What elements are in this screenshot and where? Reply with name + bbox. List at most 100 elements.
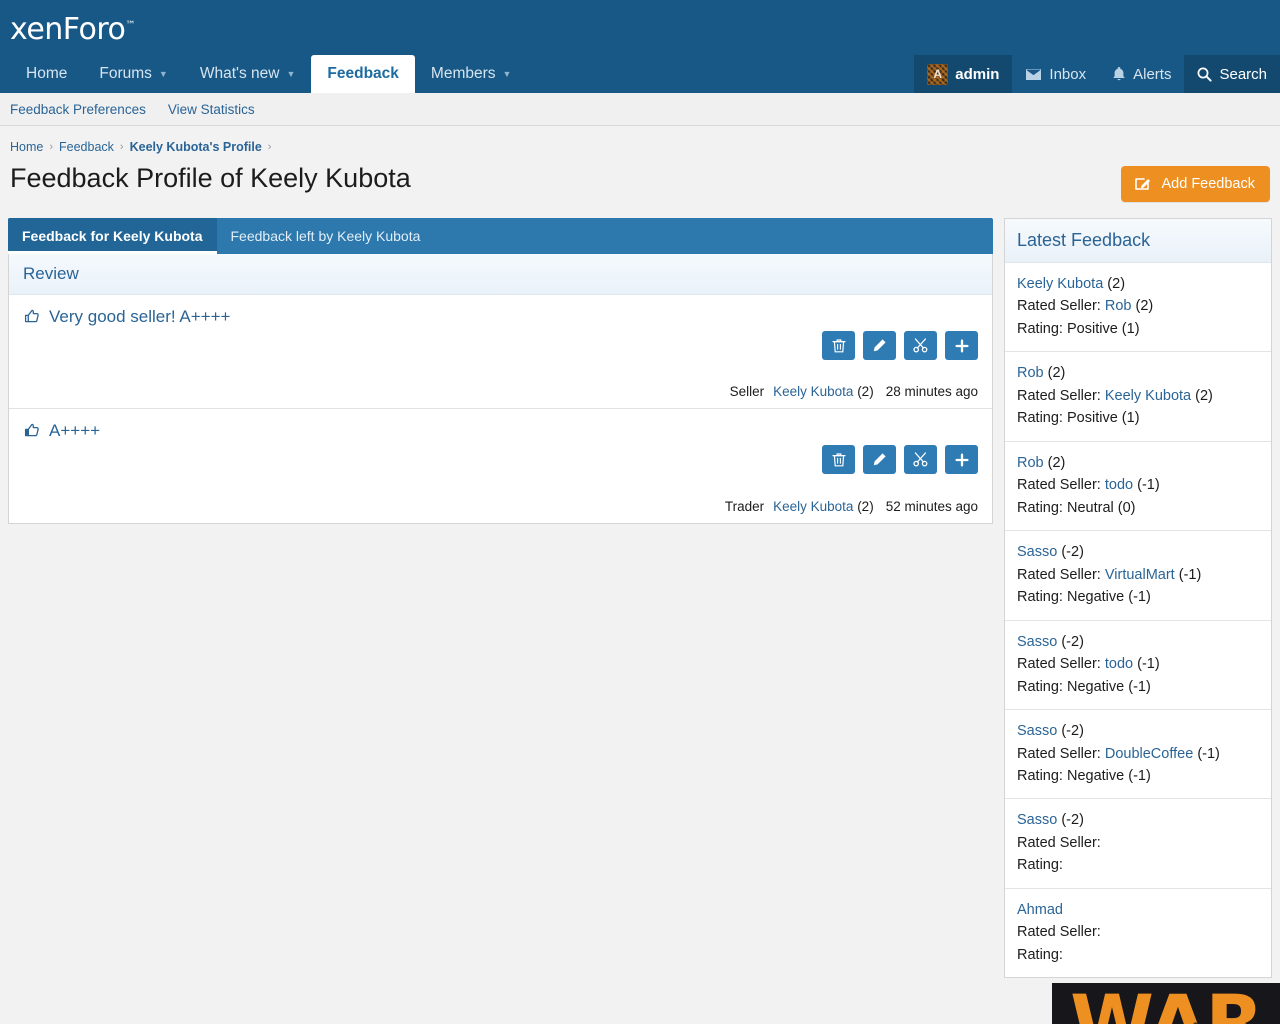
edit-button[interactable] [863, 445, 896, 474]
breadcrumb-item-profile[interactable]: Keely Kubota's Profile [130, 140, 262, 154]
rated-seller-label: Rated Seller: [1017, 566, 1101, 583]
delete-button[interactable] [822, 331, 855, 360]
tab-feedback-left-by-user[interactable]: Feedback left by Keely Kubota [217, 218, 435, 254]
sidebar-seller-link[interactable]: VirtualMart [1105, 567, 1175, 583]
tab-feedback-for-user-label: Feedback for Keely Kubota [22, 228, 203, 244]
sidebar-rating: Positive [1066, 410, 1118, 427]
rated-seller-label: Rated Seller: [1017, 656, 1101, 673]
sidebar-seller-link[interactable]: todo [1105, 656, 1133, 672]
secondary-navigation: Feedback Preferences View Statistics [0, 93, 1280, 126]
nav-tab-members[interactable]: Members ▼ [415, 55, 528, 93]
sidebar-user-link[interactable]: Sasso [1017, 634, 1057, 650]
subnav-view-statistics[interactable]: View Statistics [168, 102, 255, 117]
delete-button[interactable] [822, 445, 855, 474]
nav-tab-forums[interactable]: Forums ▼ [83, 55, 183, 93]
sidebar-user-link[interactable]: Sasso [1017, 544, 1057, 560]
feedback-user-link[interactable]: Keely Kubota [773, 384, 853, 399]
add-button[interactable] [945, 331, 978, 360]
sidebar-user-link[interactable]: Sasso [1017, 812, 1057, 828]
inbox-label: Inbox [1049, 65, 1087, 83]
sidebar-seller-link[interactable]: DoubleCoffee [1105, 746, 1193, 762]
page-wrapper: Home › Feedback › Keely Kubota's Profile… [0, 126, 1280, 1024]
rating-label: Rating: [1017, 589, 1063, 606]
site-logo-text: xenForo [10, 12, 126, 47]
list-item: Rob (2) Rated Seller: todo (-1) Rating: … [1005, 442, 1271, 532]
subnav-feedback-preferences[interactable]: Feedback Preferences [10, 102, 146, 117]
thumbs-up-filled-icon [23, 422, 41, 440]
panel-title: Review [9, 254, 992, 295]
rating-label: Rating: [1017, 767, 1063, 784]
sidebar-rating-value: (-1) [1128, 767, 1151, 784]
page-title: Feedback Profile of Keely Kubota [10, 163, 411, 193]
feedback-user-count: (2) [857, 384, 874, 399]
sidebar-seller-count: (2) [1195, 387, 1213, 404]
sidebar-user-link[interactable]: Ahmad [1017, 902, 1063, 918]
sidebar-rating-value: (-1) [1128, 678, 1151, 695]
pencil-icon [872, 338, 887, 353]
nav-tab-feedback[interactable]: Feedback [311, 55, 415, 93]
tab-feedback-for-user[interactable]: Feedback for Keely Kubota [8, 218, 217, 254]
feedback-user-link[interactable]: Keely Kubota [773, 499, 853, 514]
feedback-message-row: Very good seller! A++++ [23, 307, 978, 327]
sidebar-rating: Negative [1066, 767, 1125, 784]
cut-button[interactable] [904, 445, 937, 474]
search-button[interactable]: Search [1184, 55, 1280, 93]
sidebar-seller-link[interactable]: Keely Kubota [1105, 388, 1191, 404]
alerts-button[interactable]: Alerts [1099, 55, 1184, 93]
edit-button[interactable] [863, 331, 896, 360]
sidebar-user-link[interactable]: Rob [1017, 455, 1044, 471]
nav-tab-members-label: Members [430, 65, 496, 82]
site-logo[interactable]: xenForo™ [10, 12, 135, 47]
list-item: Keely Kubota (2) Rated Seller: Rob (2) R… [1005, 263, 1271, 353]
breadcrumb: Home › Feedback › Keely Kubota's Profile… [8, 126, 1272, 160]
latest-feedback-box: Latest Feedback Keely Kubota (2) Rated S… [1004, 218, 1272, 979]
feedback-panel: Review Very good seller! A++++ Seller Ke… [8, 254, 993, 524]
sidebar-user-link[interactable]: Sasso [1017, 723, 1057, 739]
nav-tab-forums-label: Forums [99, 65, 152, 82]
cut-button[interactable] [904, 331, 937, 360]
user-navigation: A admin Inbox Alerts Search [914, 55, 1280, 93]
feedback-time: 28 minutes ago [885, 384, 978, 399]
visitor-name: admin [955, 65, 1000, 83]
plus-icon [954, 338, 969, 353]
nav-tab-home[interactable]: Home [10, 55, 83, 93]
sidebar-seller-link[interactable]: Rob [1105, 298, 1132, 314]
sidebar-seller-link[interactable]: todo [1105, 477, 1133, 493]
inbox-button[interactable]: Inbox [1012, 55, 1099, 93]
visitor-menu-button[interactable]: A admin [914, 55, 1013, 93]
chevron-down-icon: ▼ [158, 68, 168, 79]
sidebar-rating-value: (1) [1121, 320, 1140, 337]
feedback-role: Seller [729, 384, 765, 399]
feedback-actions [822, 331, 978, 360]
sidebar-rating-value: (1) [1121, 410, 1140, 427]
rating-label: Rating: [1017, 678, 1063, 695]
breadcrumb-item-home[interactable]: Home [10, 140, 43, 154]
search-icon [1197, 67, 1213, 82]
breadcrumb-item-feedback[interactable]: Feedback [59, 140, 114, 154]
sidebar-user-link[interactable]: Rob [1017, 365, 1044, 381]
rated-seller-label: Rated Seller: [1017, 924, 1101, 941]
list-item: Ahmad Rated Seller: Rating: [1005, 889, 1271, 977]
nav-tab-whats-new-label: What's new [199, 65, 280, 82]
sidebar-user-count: (2) [1047, 454, 1066, 471]
scissors-icon [912, 452, 929, 467]
rating-label: Rating: [1017, 410, 1063, 427]
sidebar-rating: Negative [1066, 589, 1125, 606]
nav-tab-whats-new[interactable]: What's new ▼ [184, 55, 312, 93]
add-feedback-button[interactable]: Add Feedback [1121, 166, 1270, 202]
feedback-message: A++++ [49, 421, 101, 440]
sidebar-user-count: (-2) [1061, 633, 1084, 650]
feedback-item: Very good seller! A++++ Seller Keely Kub… [9, 295, 992, 409]
sidebar-rating-value: (0) [1117, 499, 1136, 516]
breadcrumb-separator-icon: › [119, 141, 124, 153]
latest-feedback-title: Latest Feedback [1005, 219, 1271, 263]
rating-label: Rating: [1017, 857, 1063, 874]
war-forever-ad-overlay[interactable]: WAR FOREVER [1052, 983, 1280, 1024]
scissors-icon [912, 338, 929, 353]
ad-headline-primary: WAR [1070, 985, 1264, 1024]
sidebar-user-link[interactable]: Keely Kubota [1017, 276, 1103, 292]
sidebar-rating: Positive [1066, 320, 1118, 337]
chevron-down-icon: ▼ [286, 68, 296, 79]
add-button[interactable] [945, 445, 978, 474]
feedback-item: A++++ Trader Keely Kubota (2) 52 minutes… [9, 409, 992, 523]
